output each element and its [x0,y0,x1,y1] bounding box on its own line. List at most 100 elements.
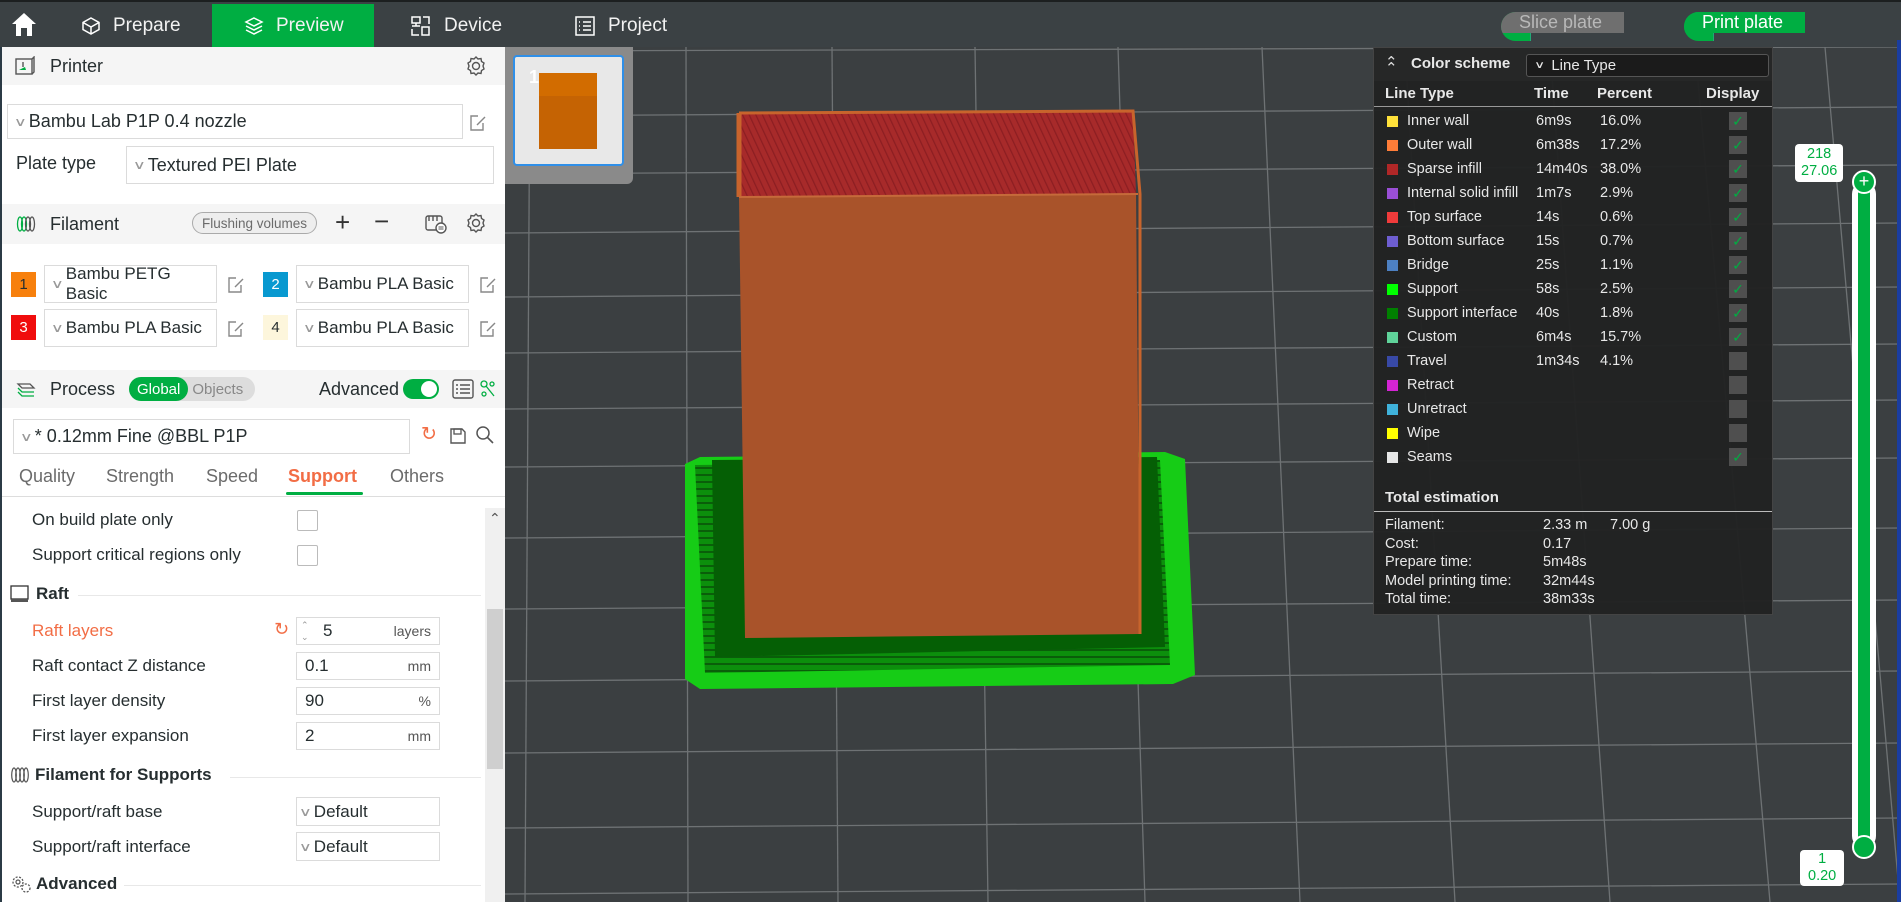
line-type-name: Inner wall [1407,113,1470,129]
display-checkbox[interactable]: ✓ [1729,232,1747,250]
sync-ams-icon[interactable] [424,213,448,235]
reset-value-icon[interactable]: ↻ [274,619,289,640]
display-checkbox[interactable]: ✓ [1729,280,1747,298]
filament-slot-1-swatch[interactable]: 1 [11,272,36,297]
edit-filament-icon[interactable] [226,275,246,295]
raft-layers-spinner[interactable]: ⌃ ⌄ 5 layers [296,617,440,645]
tab-quality[interactable]: Quality [19,466,75,487]
total-value: 2.33 m [1543,517,1588,533]
line-type-percent: 16.0% [1600,113,1642,129]
filament-slot-1-select[interactable]: ∨ Bambu PETG Basic [44,264,217,303]
slice-plate-button[interactable]: Slice plate [1501,12,1625,33]
print-plate-button[interactable]: Print plate [1684,12,1806,33]
scrollbar-thumb[interactable] [487,609,503,769]
toggle-objects[interactable]: Objects [188,377,247,401]
filament-slot-4-select[interactable]: ∨ Bambu PLA Basic [296,309,469,347]
gear-icon[interactable] [465,212,487,234]
line-type-time: 14m40s [1536,161,1588,177]
compare-presets-icon[interactable] [479,379,497,399]
support-raft-interface-label: Support/raft interface [32,837,191,856]
global-objects-toggle: Global Objects [129,377,255,401]
tab-preview[interactable]: Preview [212,4,374,47]
display-checkbox[interactable]: ✓ [1729,136,1747,154]
settings-scrollbar[interactable]: ⌃ [485,508,505,902]
first-layer-expansion-input[interactable]: 2 mm [296,722,440,750]
line-type-name: Retract [1407,377,1454,393]
first-layer-density-input[interactable]: 90 % [296,687,440,715]
chevron-down-icon: ∨ [298,804,312,819]
layer-slider-bottom-handle[interactable] [1852,835,1876,859]
edit-printer-icon[interactable] [468,113,488,133]
gear-icon[interactable] [465,55,487,77]
filament-slot-3-swatch[interactable]: 3 [11,315,36,340]
remove-filament-button[interactable]: − [374,206,389,237]
legend-header: ⌃ ⌃ Color scheme ∨ Line Type [1374,48,1772,81]
param-list-icon[interactable] [452,379,474,399]
flushing-volumes-button[interactable]: Flushing volumes [192,212,318,234]
display-checkbox[interactable]: ✓ [1729,304,1747,322]
display-checkbox[interactable]: ✓ [1729,256,1747,274]
support-raft-base-select[interactable]: ∨ Default [296,797,440,826]
scroll-up-icon[interactable]: ⌃ [489,510,501,527]
tab-speed[interactable]: Speed [206,466,258,487]
unit-label: layers [393,623,431,639]
filament-slot-2-select[interactable]: ∨ Bambu PLA Basic [296,265,469,303]
advanced-toggle[interactable] [403,379,439,399]
edit-filament-icon[interactable] [226,319,246,339]
display-checkbox[interactable]: ✓ [1729,448,1747,466]
display-checkbox[interactable]: ✓ [1729,160,1747,178]
edit-filament-icon[interactable] [478,275,498,295]
tab-support[interactable]: Support [288,466,357,487]
line-type-time: 6m4s [1536,329,1572,345]
filament-supports-group-header: Filament for Supports [10,765,212,785]
tab-others[interactable]: Others [390,466,444,487]
layer-slider-top-handle[interactable]: + [1852,170,1876,194]
display-checkbox[interactable] [1729,400,1747,418]
process-preset-select[interactable]: ∨ * 0.12mm Fine @BBL P1P [13,419,410,454]
line-type-percent: 1.1% [1600,257,1634,273]
display-checkbox[interactable] [1729,376,1747,394]
line-type-name: Internal solid infill [1407,185,1519,201]
support-raft-interface-select[interactable]: ∨ Default [296,832,440,861]
tab-strength[interactable]: Strength [106,466,174,487]
filament-slot-2-swatch[interactable]: 2 [263,272,288,297]
total-label: Model printing time: [1385,572,1512,589]
filament-slot-4-swatch[interactable]: 4 [263,315,288,340]
line-type-color-swatch [1387,379,1398,391]
spin-arrows-icon[interactable]: ⌃ ⌄ [301,619,309,643]
plate-type-value: Textured PEI Plate [147,154,297,175]
printer-select[interactable]: ∨ Bambu Lab P1P 0.4 nozzle [7,104,463,139]
total-value: 38m33s [1543,591,1595,607]
raft-contact-z-input[interactable]: 0.1 mm [296,652,440,680]
print-plate-split: ∨ Print plate [1684,12,1850,41]
tab-device[interactable]: Device [410,4,560,47]
line-type-name: Unretract [1407,401,1467,417]
slice-plate-split: ∨ Slice plate [1501,12,1665,41]
reset-preset-icon[interactable]: ↻ [421,423,437,446]
support-critical-checkbox[interactable] [297,545,318,566]
on-build-plate-only-checkbox[interactable] [297,510,318,531]
display-checkbox[interactable]: ✓ [1729,184,1747,202]
edit-filament-icon[interactable] [478,319,498,339]
tab-prepare[interactable]: Prepare [66,4,212,47]
tab-project[interactable]: Project [574,4,724,47]
line-type-color-swatch [1387,307,1398,319]
legend-row: Outer wall 6m38s 17.2% ✓ [1374,133,1774,157]
top-layer-height: 27.06 [1801,163,1838,179]
toggle-global[interactable]: Global [129,377,189,401]
legend-row: Custom 6m4s 15.7% ✓ [1374,325,1774,349]
line-type-time: 58s [1536,281,1560,297]
display-checkbox[interactable]: ✓ [1729,208,1747,226]
display-checkbox[interactable]: ✓ [1729,328,1747,346]
display-checkbox[interactable]: ✓ [1729,112,1747,130]
search-icon[interactable] [475,425,495,445]
color-scheme-select[interactable]: ∨ Line Type [1526,54,1769,77]
home-button[interactable] [10,11,38,42]
plate-type-select[interactable]: ∨ Textured PEI Plate [126,146,494,184]
display-checkbox[interactable] [1729,352,1747,370]
display-checkbox[interactable] [1729,424,1747,442]
save-icon[interactable] [449,427,467,445]
layer-slider-track[interactable] [1852,182,1876,848]
filament-slot-3-select[interactable]: ∨ Bambu PLA Basic [44,309,217,347]
add-filament-button[interactable]: + [335,207,350,238]
